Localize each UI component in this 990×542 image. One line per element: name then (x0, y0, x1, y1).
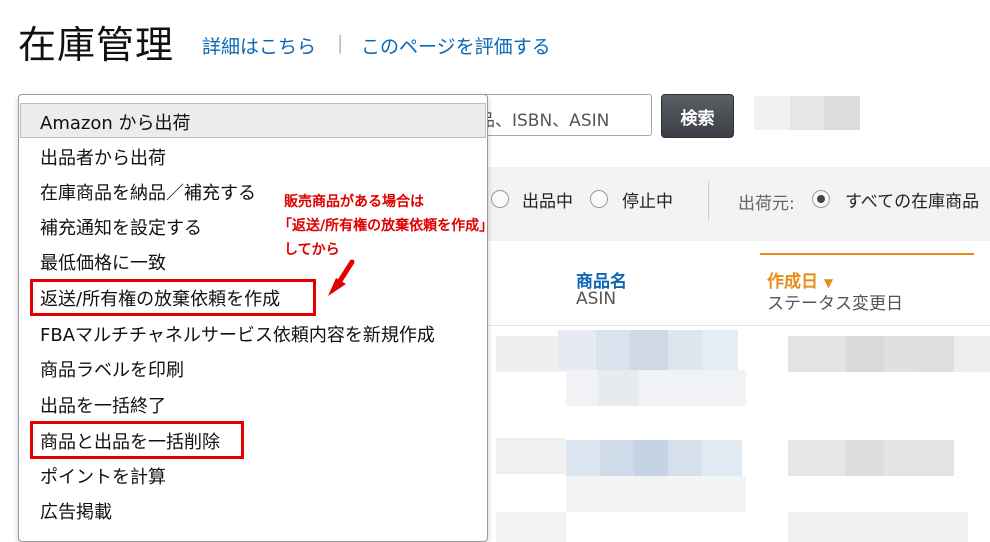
radio-active-label: 出品中 (522, 192, 573, 212)
blurred-area (754, 96, 790, 130)
table-header (488, 253, 990, 326)
radio-all-inventory[interactable] (812, 190, 830, 208)
col-asin: ASIN (576, 289, 617, 309)
menu-item-print-labels[interactable]: 商品ラベルを印刷 (40, 356, 184, 382)
annotation-line-1: 販売商品がある場合は (284, 194, 424, 210)
blurred-area (790, 96, 824, 130)
filter-divider (708, 181, 709, 221)
col-status-changed: ステータス変更日 (767, 294, 903, 314)
annotation-arrow-icon (328, 259, 355, 296)
sort-desc-icon: ▼ (823, 276, 834, 290)
radio-stopped-label: 停止中 (622, 192, 673, 212)
radio-stopped[interactable] (590, 190, 608, 208)
page-title: 在庫管理 (18, 23, 175, 67)
menu-item-match-low-price[interactable]: 最低価格に一致 (40, 249, 166, 275)
highlight-removal-order (30, 279, 316, 316)
radio-all-inventory-label: すべての在庫商品 (845, 192, 980, 212)
rate-page-link[interactable]: このページを評価する (361, 32, 551, 59)
menu-item-advertise[interactable]: 広告掲載 (40, 498, 112, 524)
menu-item-close-listings[interactable]: 出品を一括終了 (40, 392, 166, 418)
blurred-table-rows (488, 330, 990, 542)
ship-from-label: 出荷元: (738, 194, 795, 214)
search-input-text: 品、ISBN、ASIN (478, 111, 610, 131)
menu-item-send-replenish[interactable]: 在庫商品を納品／補充する (40, 179, 256, 205)
annotation-line-3: してから (284, 242, 340, 258)
menu-item-restock-alert[interactable]: 補充通知を設定する (40, 214, 202, 240)
header-separator: | (337, 32, 344, 54)
menu-item-create-mcf-order[interactable]: FBAマルチチャネルサービス依頼内容を新規作成 (40, 321, 435, 347)
search-button[interactable]: 検索 (661, 94, 734, 138)
details-link[interactable]: 詳細はこちら (202, 32, 316, 59)
highlight-delete-listings (30, 421, 244, 459)
radio-active[interactable] (491, 190, 509, 208)
annotation-line-2: 「返送/所有権の放棄依頼を作成」 (278, 218, 494, 234)
sort-indicator (760, 253, 974, 255)
blurred-area (824, 96, 860, 130)
menu-item-merchant-fulfilled[interactable]: 出品者から出荷 (40, 144, 166, 170)
menu-item-fulfill-by-amazon[interactable]: Amazon から出荷 (40, 109, 190, 135)
menu-item-calculate-points[interactable]: ポイントを計算 (40, 463, 166, 489)
